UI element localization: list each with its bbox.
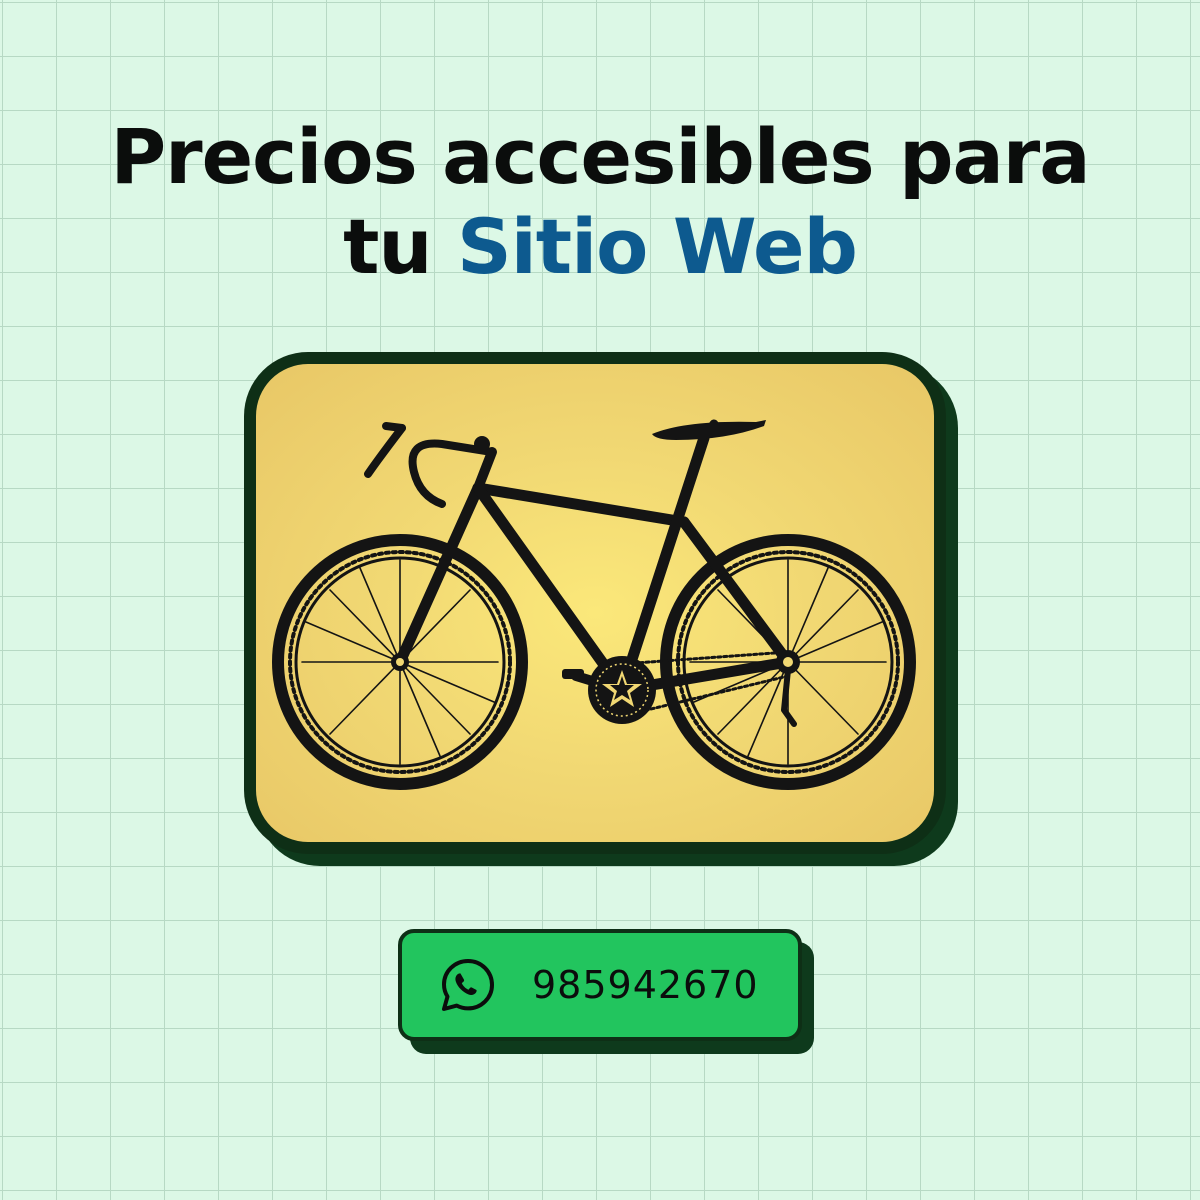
- bicycle-illustration: [272, 419, 916, 790]
- whatsapp-contact-button[interactable]: 985942670: [398, 929, 802, 1041]
- whatsapp-icon: [442, 959, 494, 1011]
- headline: Precios accesibles para tu Sitio Web: [0, 112, 1200, 292]
- saddle: [652, 420, 766, 440]
- phone-number: 985942670: [532, 963, 759, 1007]
- illustration-card-inner: [256, 364, 934, 842]
- bike-frame: [394, 432, 794, 696]
- illustration-card: [244, 352, 946, 854]
- chainring: [588, 656, 656, 724]
- headline-accent: Sitio Web: [456, 202, 858, 291]
- headline-line-1: Precios accesibles para: [110, 112, 1090, 201]
- headline-line-2-prefix: tu: [343, 202, 432, 291]
